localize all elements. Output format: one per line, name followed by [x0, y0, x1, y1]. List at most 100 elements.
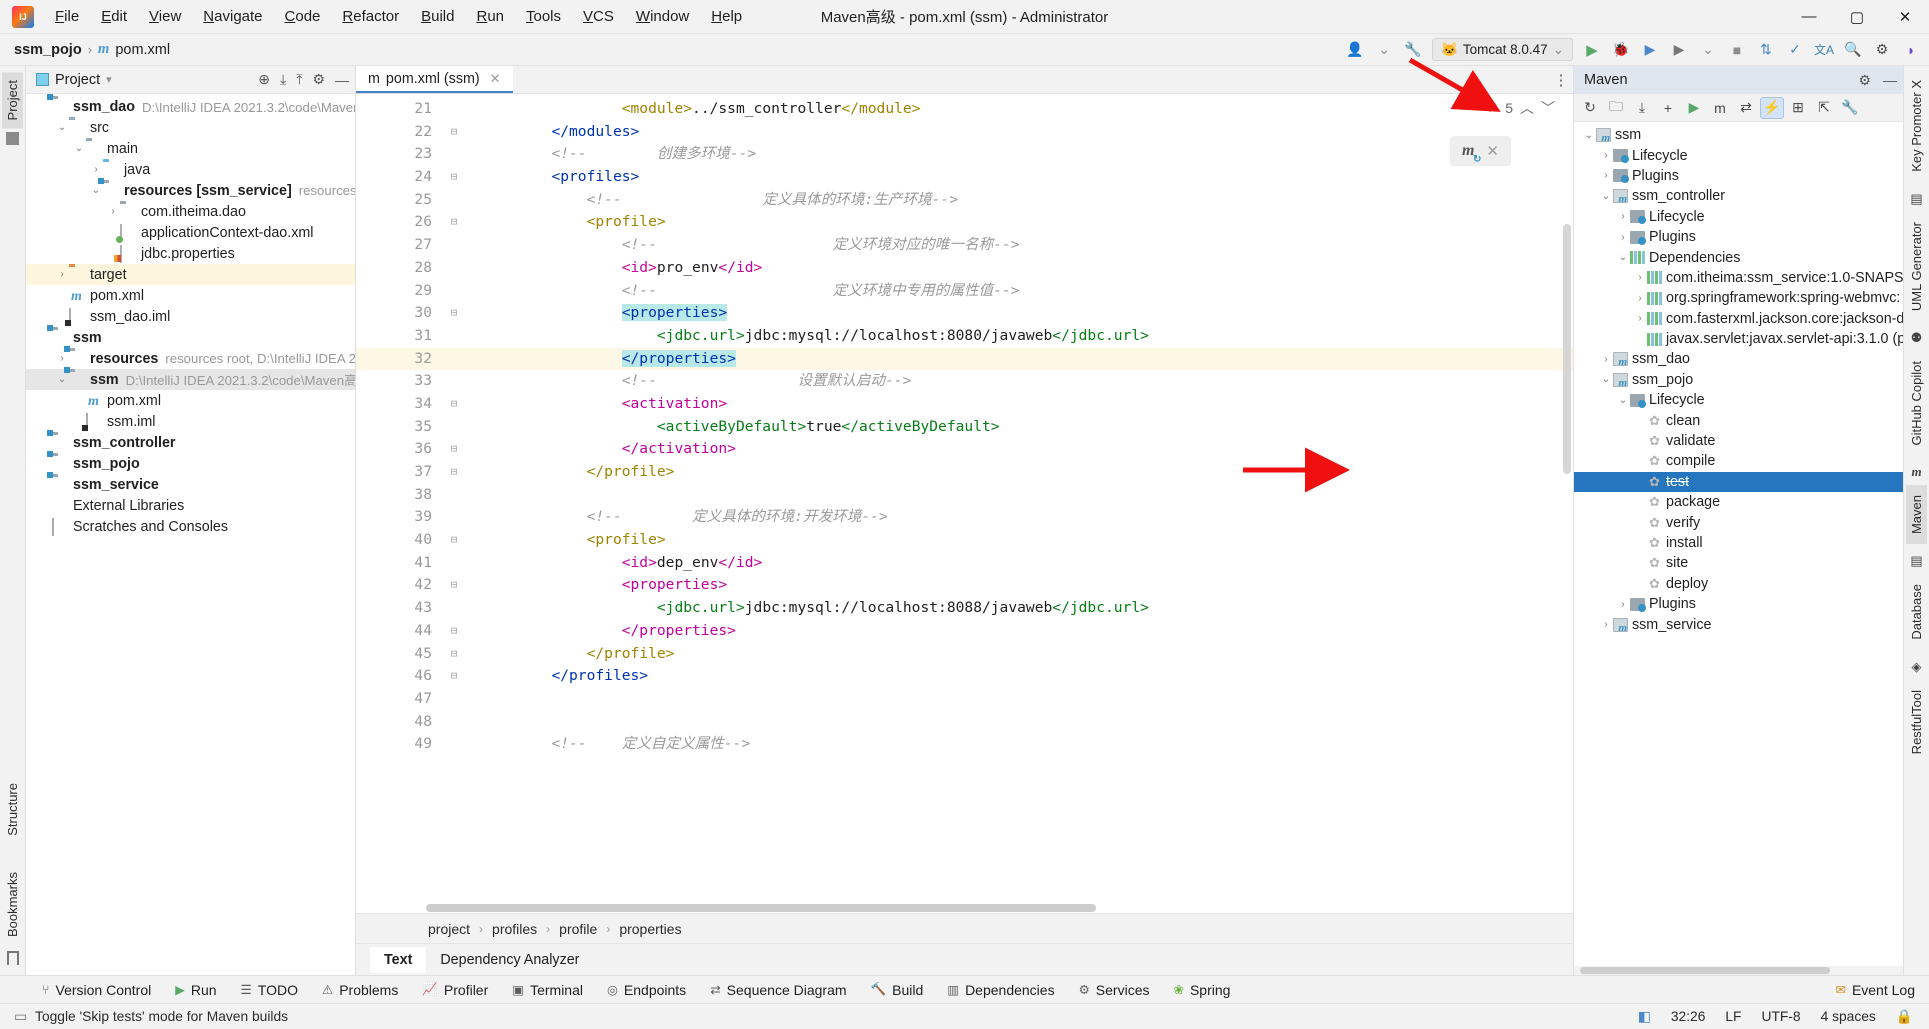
code-line[interactable]: </profiles> — [438, 665, 1573, 688]
maven-hscroll-track[interactable] — [1574, 966, 1903, 975]
bottom-tab-sequence-diagram[interactable]: ⇄ Sequence Diagram — [698, 978, 858, 1002]
maven-tree-row[interactable]: ⌄ ssm_controller — [1574, 186, 1903, 206]
code-content[interactable]: <module>../ssm_controller</module> </mod… — [438, 94, 1573, 904]
line-number[interactable]: 48 — [356, 711, 438, 734]
maven-tree-row[interactable]: › ssm_dao — [1574, 349, 1903, 369]
inspection-widget[interactable]: ✔ 5 ︿ ﹀ — [1486, 98, 1555, 118]
bottom-tab-version-control[interactable]: ⑂ Version Control — [30, 978, 163, 1002]
maven-tree-row[interactable]: › com.itheima:ssm_service:1.0-SNAPSH — [1574, 268, 1903, 288]
maven-tree-row[interactable]: ⌄ Dependencies — [1574, 247, 1903, 267]
bottom-tab-run[interactable]: ▶ Run — [163, 978, 228, 1002]
code-line[interactable]: <properties> — [438, 574, 1573, 597]
chevron-down-icon[interactable]: ⌄ — [1698, 40, 1718, 60]
user-icon[interactable]: 👤 — [1345, 40, 1365, 60]
maven-tree-row[interactable]: ✿ deploy — [1574, 574, 1903, 594]
add-icon[interactable]: + — [1656, 97, 1680, 119]
maven-reload-icon[interactable]: m ↻ — [1462, 142, 1481, 165]
chevron-right-icon[interactable]: › — [1599, 619, 1613, 630]
line-number-gutter[interactable]: 2122⊟2324⊟2526⊟27282930⊟3132⊟3334⊟3536⊟3… — [356, 94, 457, 904]
chevron-down-icon[interactable]: ▾ — [106, 73, 112, 86]
line-number[interactable]: 39 — [356, 506, 438, 529]
line-number[interactable]: 46 ⊟ — [356, 665, 457, 688]
toggle-offline-icon[interactable]: ⇄ — [1734, 97, 1758, 119]
chevron-right-icon[interactable]: › — [1633, 313, 1647, 324]
chevron-down-icon[interactable]: ⌄ — [1374, 40, 1394, 60]
editor-tab-pom-xml[interactable]: m pom.xml (ssm) ✕ — [356, 66, 513, 93]
panel-settings-icon[interactable]: ⚙ — [312, 71, 325, 88]
project-tree-row[interactable]: ssm_dao D:\IntelliJ IDEA 2021.3.2\code\Ma… — [26, 94, 355, 117]
editor-vertical-scrollbar[interactable] — [1563, 224, 1571, 474]
minimize-button[interactable]: — — [1785, 0, 1833, 34]
maven-tree-row[interactable]: ✿ test — [1574, 471, 1903, 493]
rail-tab-key-promoter-x[interactable]: Key Promoter X — [1906, 70, 1927, 182]
update-project-icon[interactable]: ⇅ — [1756, 40, 1776, 60]
project-tree-row[interactable]: Scratches and Consoles — [26, 516, 355, 537]
code-line[interactable]: </modules> — [438, 121, 1573, 144]
line-number[interactable]: 21 — [356, 98, 438, 121]
maximize-button[interactable]: ▢ — [1833, 0, 1881, 34]
maven-tree-row[interactable]: ✿ package — [1574, 492, 1903, 512]
menu-item-run[interactable]: Run — [465, 4, 515, 29]
previous-problem-icon[interactable]: ︿ — [1520, 98, 1534, 118]
maven-tree-row[interactable]: ✿ verify — [1574, 512, 1903, 532]
menu-item-refactor[interactable]: Refactor — [331, 4, 410, 29]
project-tree-row[interactable]: jdbc.properties — [26, 243, 355, 264]
line-number[interactable]: 32⊟ — [356, 347, 457, 371]
code-line[interactable]: <activeByDefault>true</activeByDefault> — [438, 416, 1573, 439]
maven-tree-row[interactable]: › Plugins — [1574, 227, 1903, 247]
rail-tab-uml-generator[interactable]: UML Generator — [1906, 212, 1927, 321]
chevron-right-icon[interactable]: › — [1633, 272, 1647, 283]
line-number[interactable]: 45 ⊟ — [356, 643, 457, 666]
line-number[interactable]: 24 ⊟ — [356, 166, 457, 189]
maven-tree-row[interactable]: › Plugins — [1574, 166, 1903, 186]
run-configuration-selector[interactable]: 🐱 Tomcat 8.0.47 ⌄ — [1432, 38, 1573, 61]
bottom-tab-terminal[interactable]: ▣ Terminal — [500, 978, 595, 1002]
bottom-tab-services[interactable]: ⚙ Services — [1067, 978, 1162, 1002]
maven-panel-settings-icon[interactable]: ⚙ — [1858, 72, 1871, 89]
translate-icon[interactable]: 文A — [1814, 40, 1834, 60]
commit-icon[interactable]: ✓ — [1785, 40, 1805, 60]
file-encoding[interactable]: UTF-8 — [1761, 1009, 1800, 1024]
line-number[interactable]: 33 — [356, 370, 438, 393]
maven-tree-row[interactable]: › Lifecycle — [1574, 145, 1903, 165]
maven-tree-row[interactable]: ✿ site — [1574, 553, 1903, 573]
maven-tree-row[interactable]: ⌄ ssm_pojo — [1574, 370, 1903, 390]
breadcrumb-project[interactable]: ssm_pojo — [14, 42, 82, 58]
expand-all-icon[interactable]: ⤓ — [280, 71, 286, 88]
collapse-all-icon[interactable]: ⇱ — [1812, 97, 1836, 119]
menu-item-window[interactable]: Window — [625, 4, 700, 29]
project-file-tree[interactable]: ssm_dao D:\IntelliJ IDEA 2021.3.2\code\Ma… — [26, 94, 355, 975]
project-tree-row[interactable]: ssm.iml — [26, 411, 355, 432]
code-line[interactable]: <!-- 定义环境对应的唯一名称--> — [438, 234, 1573, 257]
line-number[interactable]: 29 — [356, 280, 438, 303]
project-tree-row[interactable]: › com.itheima.dao — [26, 201, 355, 222]
project-tree-row[interactable]: m pom.xml — [26, 390, 355, 411]
profile-button[interactable]: ▶ — [1669, 40, 1689, 60]
run-icon[interactable]: ▶ — [1682, 97, 1706, 119]
project-tree-row[interactable]: ssm_dao.iml — [26, 306, 355, 327]
event-log-button[interactable]: ✉ Event Log — [1821, 978, 1929, 1002]
add-maven-project-icon[interactable]: 🗀 — [1604, 97, 1628, 119]
code-line[interactable]: <activation> — [438, 393, 1573, 416]
bottom-tab-endpoints[interactable]: ◎ Endpoints — [595, 978, 698, 1002]
line-number[interactable]: 23 — [356, 143, 438, 166]
wrench-icon[interactable]: 🔧 — [1403, 40, 1423, 60]
bottom-tool-window-bar[interactable]: ⑂ Version Control ▶ Run ☰ TODO ⚠ Problems 📈 Profi… — [0, 975, 1929, 1003]
editor-options-icon[interactable]: ⋮ — [1549, 66, 1573, 93]
hide-panel-icon[interactable]: — — [335, 72, 349, 88]
code-line[interactable]: <!-- 定义环境中专用的属性值--> — [438, 280, 1573, 303]
rail-tab-restfultool[interactable]: RestfulTool — [1906, 680, 1927, 764]
chevron-down-icon[interactable]: ⌄ — [1582, 130, 1596, 141]
menu-item-help[interactable]: Help — [700, 4, 753, 29]
code-line[interactable]: </profile> — [438, 461, 1573, 484]
code-line[interactable]: </activation> — [438, 438, 1573, 461]
line-number[interactable]: 41 — [356, 552, 438, 575]
editor-breadcrumb-item[interactable]: properties — [619, 921, 681, 937]
chevron-right-icon[interactable]: › — [1599, 354, 1613, 365]
project-tree-row[interactable]: ssm_pojo — [26, 451, 355, 474]
maven-toolbar[interactable]: ↻ 🗀 ⤓ + ▶ m ⇄ ⚡ ⊞ ⇱ 🔧 — [1574, 94, 1903, 122]
chevron-right-icon[interactable]: › — [1633, 293, 1647, 304]
chevron-right-icon[interactable]: › — [1616, 599, 1630, 610]
close-button[interactable]: ✕ — [1881, 0, 1929, 34]
chevron-down-icon[interactable]: ⌄ — [89, 185, 103, 196]
